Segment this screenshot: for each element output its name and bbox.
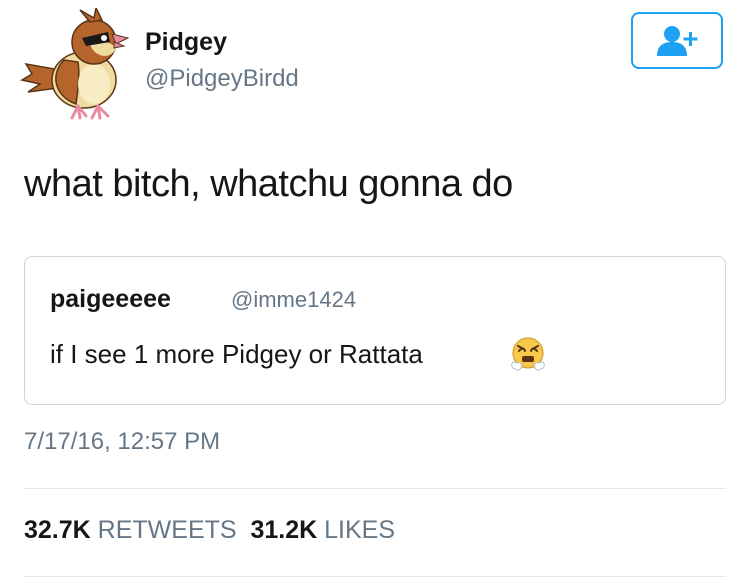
author-handle[interactable]: @PidgeyBirdd (145, 65, 299, 93)
retweets-stat[interactable]: 32.7K RETWEETS (24, 516, 237, 544)
avatar[interactable] (20, 5, 135, 120)
quoted-handle: @imme1424 (231, 287, 357, 312)
add-user-icon (657, 25, 698, 56)
quoted-tweet[interactable]: paigeeeee @imme1424 if I see 1 more Pidg… (24, 256, 726, 405)
retweets-label: RETWEETS (97, 516, 237, 544)
quoted-tweet-text: if I see 1 more Pidgey or Rattata (50, 339, 423, 369)
author-display-name[interactable]: Pidgey (145, 28, 227, 57)
tweet-timestamp[interactable]: 7/17/16, 12:57 PM (24, 428, 220, 456)
steam-from-nose-face-emoji-icon (511, 337, 545, 371)
quoted-display-name: paigeeeee (50, 285, 171, 313)
likes-count: 31.2K (250, 516, 318, 544)
pidgey-avatar-icon (20, 5, 130, 120)
likes-label: LIKES (324, 516, 396, 544)
retweets-count: 32.7K (24, 516, 91, 544)
follow-button[interactable] (631, 12, 723, 69)
likes-stat[interactable]: 31.2K LIKES (250, 516, 395, 544)
tweet-text: what bitch, whatchu gonna do (24, 163, 513, 205)
divider (24, 576, 726, 577)
tweet-stats: 32.7K RETWEETS 31.2K LIKES (24, 516, 395, 545)
divider (24, 488, 726, 489)
